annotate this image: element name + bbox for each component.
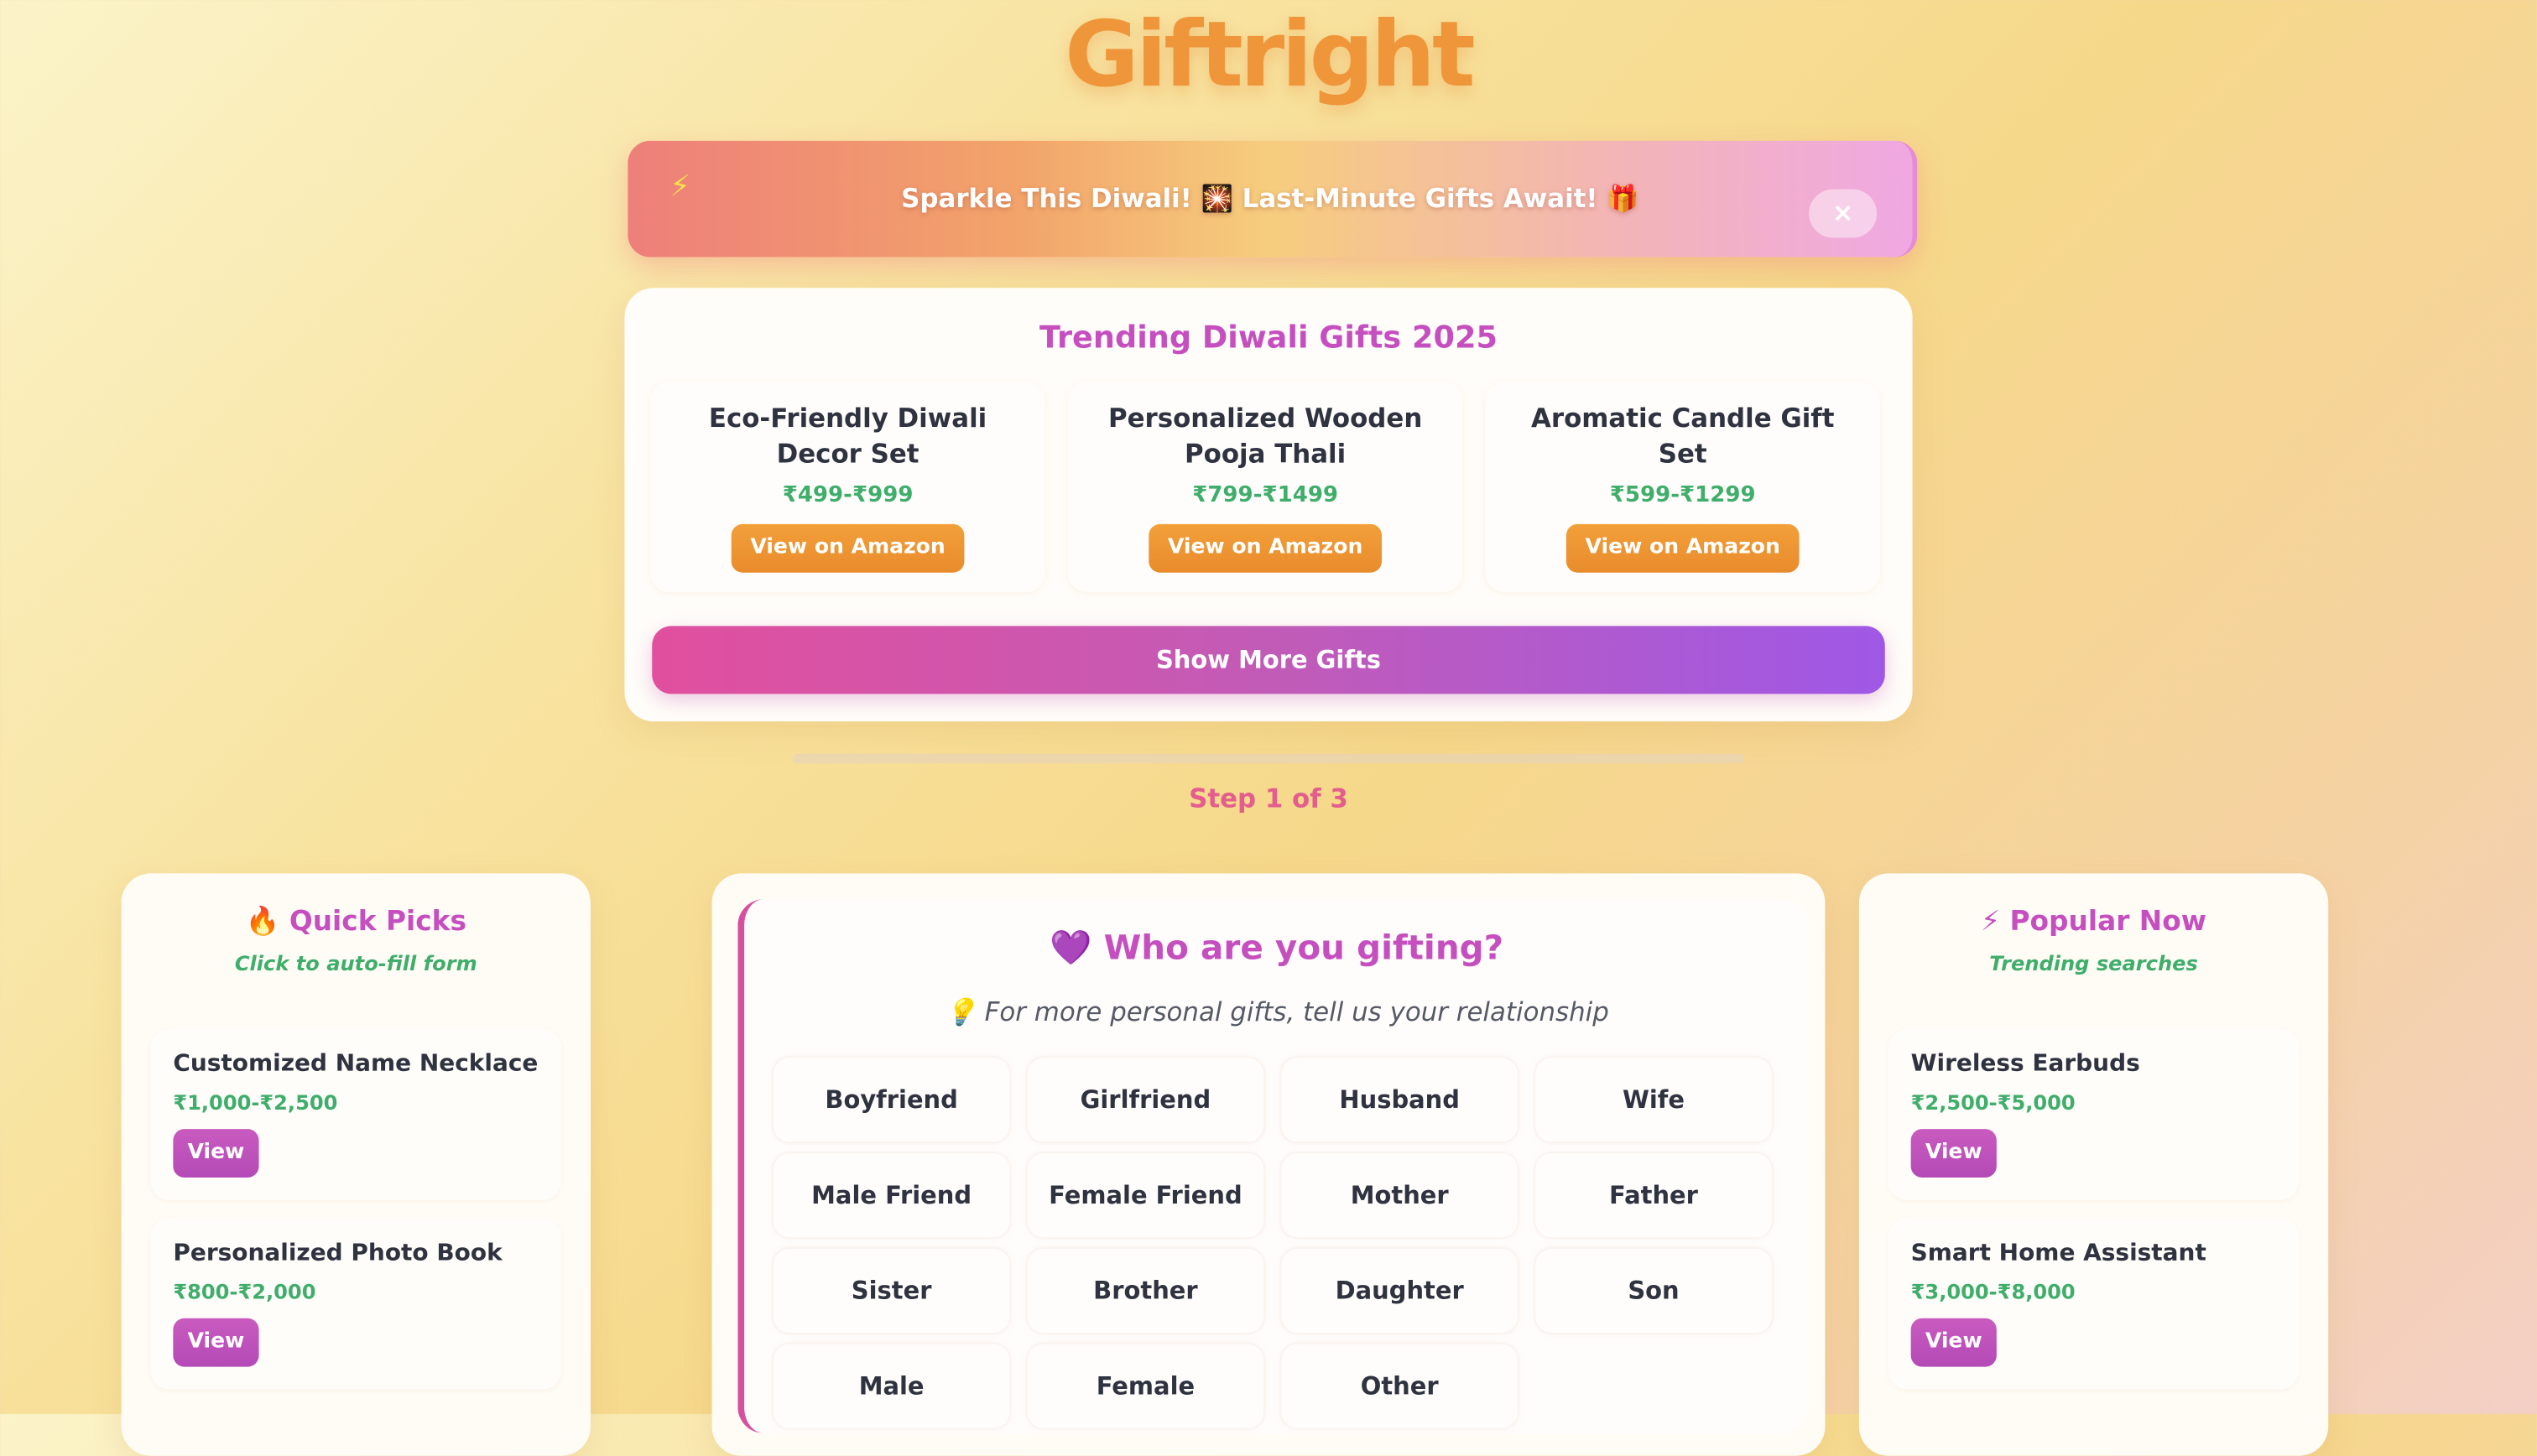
gift-name: Eco-Friendly Diwali Decor Set	[708, 403, 987, 470]
step-indicator: Step 1 of 3	[1189, 783, 1348, 814]
relationship-option-boyfriend[interactable]: Boyfriend	[773, 1058, 1010, 1142]
relationship-option-female-friend[interactable]: Female Friend	[1027, 1153, 1264, 1238]
relationship-option-other[interactable]: Other	[1281, 1344, 1518, 1428]
popular-now-panel: ⚡ Popular Now Trending searches Wireless…	[1858, 873, 2329, 1456]
popular-subtitle: Trending searches	[1989, 950, 2198, 975]
relationship-option-daughter[interactable]: Daughter	[1281, 1248, 1518, 1334]
close-banner-button[interactable]: ×	[1809, 189, 1878, 238]
quick-picks-title: 🔥 Quick Picks	[245, 905, 466, 939]
view-button[interactable]: View	[173, 1129, 259, 1178]
show-more-gifts-button[interactable]: Show More Gifts	[652, 626, 1885, 694]
gifting-hint: 💡 For more personal gifts, tell us your …	[944, 996, 1609, 1027]
quick-picks-subtitle: Click to auto-fill form	[234, 950, 477, 975]
popular-name: Wireless Earbuds	[1910, 1051, 2140, 1078]
relationship-option-female[interactable]: Female	[1027, 1344, 1264, 1428]
trending-section: Trending Diwali Gifts 2025 Eco-Friendly …	[624, 288, 1913, 722]
view-button[interactable]: View	[1910, 1318, 1997, 1367]
relationship-option-sister[interactable]: Sister	[773, 1248, 1010, 1334]
popular-name: Smart Home Assistant	[1910, 1240, 2206, 1267]
relationship-option-girlfriend[interactable]: Girlfriend	[1027, 1058, 1264, 1142]
list-item[interactable]: Customized Name Necklace ₹1,000-₹2,500 V…	[150, 1028, 562, 1200]
popular-title: ⚡ Popular Now	[1981, 905, 2207, 939]
view-button[interactable]: View	[1910, 1129, 1997, 1178]
view-on-amazon-button[interactable]: View on Amazon	[1565, 523, 1800, 573]
relationship-form: 💜 Who are you gifting? 💡 For more person…	[737, 899, 1810, 1433]
gift-card: Eco-Friendly Diwali Decor Set ₹499-₹999 …	[650, 382, 1045, 592]
view-button[interactable]: View	[173, 1318, 259, 1367]
popular-price: ₹2,500-₹5,000	[1910, 1089, 2076, 1115]
view-on-amazon-button[interactable]: View on Amazon	[1148, 523, 1383, 573]
gift-price: ₹499-₹999	[782, 481, 914, 508]
popular-price: ₹3,000-₹8,000	[1910, 1279, 2076, 1304]
view-on-amazon-button[interactable]: View on Amazon	[731, 523, 965, 573]
quick-picks-panel: 🔥 Quick Picks Click to auto-fill form Cu…	[121, 873, 591, 1456]
gifting-form-panel: 💜 Who are you gifting? 💡 For more person…	[711, 873, 1826, 1456]
gift-name: Personalized Wooden Pooja Thali	[1107, 403, 1423, 470]
relationship-option-male-friend[interactable]: Male Friend	[773, 1153, 1010, 1238]
gift-price: ₹799-₹1499	[1192, 481, 1339, 508]
relationship-option-mother[interactable]: Mother	[1281, 1153, 1518, 1238]
list-item[interactable]: Wireless Earbuds ₹2,500-₹5,000 View	[1888, 1028, 2300, 1200]
relationship-option-wife[interactable]: Wife	[1535, 1058, 1772, 1142]
promo-banner: ⚡ Sparkle This Diwali! 🎇 Last-Minute Gif…	[628, 140, 1918, 257]
banner-text: Sparkle This Diwali! 🎇 Last-Minute Gifts…	[901, 182, 1639, 214]
relationship-option-brother[interactable]: Brother	[1027, 1248, 1264, 1334]
relationship-option-male[interactable]: Male	[773, 1344, 1010, 1428]
list-item[interactable]: Smart Home Assistant ₹3,000-₹8,000 View	[1888, 1218, 2300, 1390]
progress-bar	[792, 753, 1744, 764]
pick-price: ₹1,000-₹2,500	[173, 1089, 338, 1115]
list-item[interactable]: Personalized Photo Book ₹800-₹2,000 View	[150, 1218, 562, 1390]
pick-name: Personalized Photo Book	[173, 1240, 503, 1267]
gifting-title: 💜 Who are you gifting?	[1050, 928, 1504, 968]
relationship-option-son[interactable]: Son	[1535, 1248, 1772, 1334]
pick-name: Customized Name Necklace	[173, 1051, 539, 1078]
relationship-option-husband[interactable]: Husband	[1281, 1058, 1518, 1142]
gift-card: Personalized Wooden Pooja Thali ₹799-₹14…	[1067, 382, 1463, 592]
gift-card: Aromatic Candle Gift Set ₹599-₹1299 View…	[1485, 382, 1880, 592]
relationship-option-father[interactable]: Father	[1535, 1153, 1772, 1238]
pick-price: ₹800-₹2,000	[173, 1279, 316, 1304]
trending-title: Trending Diwali Gifts 2025	[1039, 320, 1498, 356]
gift-name: Aromatic Candle Gift Set	[1530, 403, 1835, 470]
gift-price: ₹599-₹1299	[1609, 481, 1756, 508]
app-logo: Giftright	[1065, 3, 1476, 109]
